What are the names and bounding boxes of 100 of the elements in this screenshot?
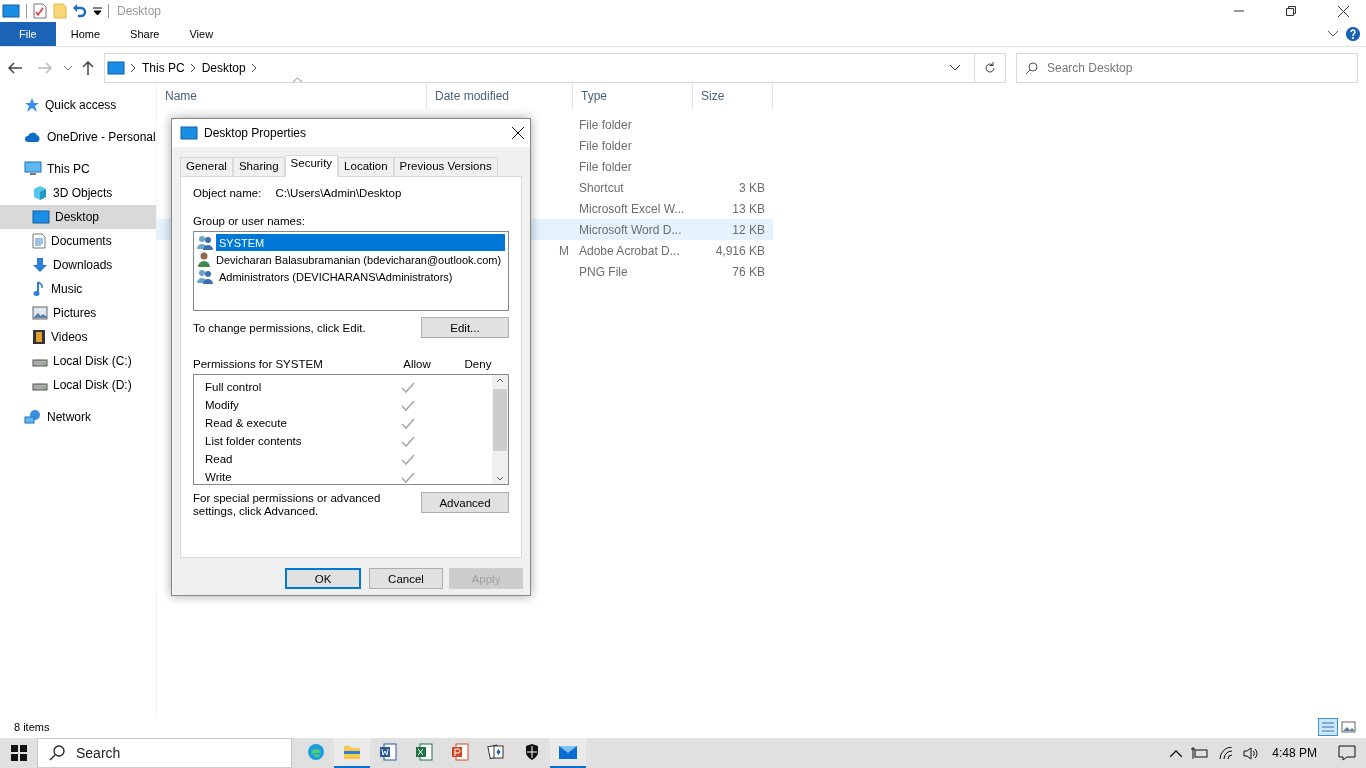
table-cell-text: 4,916 KB <box>714 243 766 258</box>
sidebar-item[interactable]: Music <box>0 277 156 301</box>
users-icon <box>197 235 214 250</box>
scrollbar[interactable] <box>492 375 508 484</box>
chevron-up-icon[interactable] <box>1170 749 1183 757</box>
taskbar-search-field[interactable]: Search <box>37 738 292 768</box>
user-list-item[interactable]: Devicharan Balasubramanian (bdevicharan@outlook.com) <box>213 251 505 268</box>
table-cell-text: Microsoft Word D... <box>578 222 682 237</box>
recent-dropdown-icon[interactable] <box>64 65 72 71</box>
table-cell-text: Microsoft Excel W... <box>578 201 685 216</box>
notifications-icon[interactable] <box>1338 745 1356 761</box>
user-icon <box>197 252 211 267</box>
sidebar-item[interactable]: Quick access <box>0 93 156 117</box>
permission-name: Write <box>205 471 233 483</box>
chevron-right-icon <box>190 64 196 72</box>
dialog-tab[interactable]: Location <box>338 157 394 176</box>
sidebar-item[interactable]: Local Disk (C:) <box>0 349 156 373</box>
address-bar[interactable]: This PC Desktop <box>104 53 1006 83</box>
hint-text: For special permissions or advanced settings, click Advanced. <box>193 492 382 518</box>
sidebar-item[interactable]: Documents <box>0 229 156 253</box>
dialog-tab[interactable]: Sharing <box>232 157 285 176</box>
excel-icon[interactable] <box>415 743 433 761</box>
back-icon[interactable] <box>8 62 22 74</box>
mail-icon[interactable] <box>558 744 578 760</box>
field-label: Object name: <box>193 187 262 199</box>
restore-icon[interactable] <box>1286 6 1296 16</box>
sidebar-item[interactable]: This PC <box>0 157 156 181</box>
sort-caret-icon <box>293 77 302 82</box>
search-icon <box>49 745 65 761</box>
search-field[interactable]: Search Desktop <box>1016 53 1358 83</box>
dropdown-icon[interactable] <box>93 7 102 15</box>
chevron-right-icon <box>251 64 257 72</box>
pictures-icon <box>32 306 48 320</box>
table-cell-text: M <box>558 243 570 258</box>
computer-icon <box>24 161 42 177</box>
film-icon <box>32 329 46 345</box>
column-header: Allow <box>402 358 432 370</box>
permission-name: Modify <box>205 399 240 411</box>
advanced-button[interactable]: Advanced <box>421 492 509 513</box>
document-icon <box>32 233 46 249</box>
wifi-icon[interactable] <box>1218 746 1235 760</box>
column-header[interactable]: Type <box>573 83 693 109</box>
sidebar-item[interactable]: Pictures <box>0 301 156 325</box>
table-cell-text: 12 KB <box>731 222 766 237</box>
field-label: Group or user names: <box>193 215 306 227</box>
dialog-tab[interactable]: Previous Versions <box>393 157 498 176</box>
powerpoint-icon[interactable] <box>451 743 469 761</box>
dialog-tab[interactable]: General <box>180 157 233 176</box>
user-list-item[interactable]: SYSTEM <box>216 234 505 251</box>
desktop-icon <box>32 210 50 224</box>
sidebar-item[interactable]: Local Disk (D:) <box>0 373 156 397</box>
dialog-button[interactable]: OK <box>285 568 361 589</box>
user-list[interactable]: SYSTEM Devicharan Balasubramanian (bdevicharan@outlook.com) Administrators (DEVICHARANS\Administrators) <box>193 231 509 311</box>
hint-text: To change permissions, click Edit. <box>193 321 366 334</box>
network-icon <box>24 409 42 425</box>
column-header[interactable]: Date modified <box>427 83 573 109</box>
ribbon-tab[interactable]: Share <box>115 22 175 46</box>
permission-name: List folder contents <box>205 435 303 447</box>
sidebar-item[interactable]: Downloads <box>0 253 156 277</box>
sidebar-item[interactable]: OneDrive - Personal <box>0 125 156 149</box>
close-icon[interactable] <box>512 127 524 139</box>
sidebar-item[interactable]: Desktop <box>0 205 156 229</box>
shield-icon[interactable] <box>524 743 540 761</box>
up-icon[interactable] <box>82 61 94 75</box>
column-header: Deny <box>463 358 493 370</box>
undo-icon[interactable] <box>73 4 87 18</box>
details-view-icon[interactable] <box>1318 718 1338 736</box>
table-cell-text: 13 KB <box>731 201 766 216</box>
chevron-icon[interactable] <box>1328 31 1338 37</box>
edit-button[interactable]: Edit... <box>421 317 509 338</box>
cloud-icon <box>24 131 42 143</box>
help-icon[interactable] <box>1346 27 1360 41</box>
dialog-button[interactable]: Cancel <box>369 568 443 589</box>
breadcrumb[interactable]: Desktop <box>201 61 246 75</box>
music-note-icon <box>32 281 46 297</box>
dropdown-icon[interactable] <box>950 65 960 71</box>
clock[interactable]: 4:48 PM <box>1272 746 1317 760</box>
speaker-icon[interactable] <box>1243 746 1260 760</box>
sidebar-item[interactable]: Network <box>0 405 156 429</box>
breadcrumb[interactable]: This PC <box>142 61 185 75</box>
table-cell-text: 3 KB <box>738 180 766 195</box>
user-list-item[interactable]: Administrators (DEVICHARANS\Administrators) <box>216 268 505 285</box>
sidebar-item[interactable]: 3D Objects <box>0 181 156 205</box>
ribbon-tab[interactable]: Home <box>55 22 116 46</box>
thumbnails-view-icon[interactable] <box>1340 718 1358 736</box>
cards-icon[interactable] <box>487 743 505 761</box>
ribbon-tab[interactable]: View <box>174 22 229 46</box>
refresh-icon[interactable] <box>984 62 996 74</box>
folder-icon[interactable] <box>343 744 361 760</box>
column-header[interactable]: Size <box>693 83 773 109</box>
column-header[interactable]: Name <box>157 83 427 109</box>
properties-icon[interactable] <box>33 3 47 19</box>
dialog-tab[interactable]: Security <box>284 155 339 177</box>
permission-name: Read <box>205 453 234 465</box>
sidebar-item[interactable]: Videos <box>0 325 156 349</box>
word-icon[interactable] <box>379 743 397 761</box>
cube-icon <box>32 185 48 201</box>
close-icon[interactable] <box>1337 5 1349 17</box>
users-icon <box>197 269 214 284</box>
windows-start-icon[interactable] <box>10 745 27 761</box>
